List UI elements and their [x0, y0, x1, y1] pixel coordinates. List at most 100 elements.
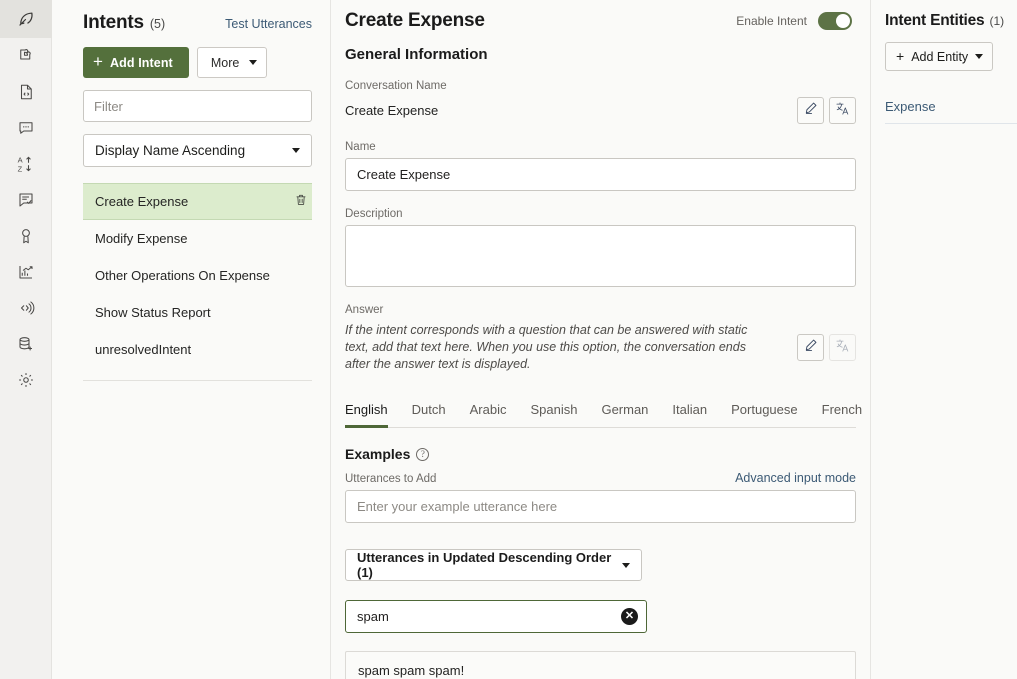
name-input[interactable]: [345, 158, 856, 191]
sort-field-wrap: Display Name Ascending: [52, 122, 330, 167]
entities-title: Intent Entities: [885, 12, 984, 30]
intent-editor: Create Expense Enable Intent General Inf…: [331, 0, 870, 679]
name-label: Name: [345, 141, 856, 153]
answer-label: Answer: [345, 304, 856, 316]
intent-label: Show Status Report: [95, 305, 211, 320]
entity-list-item-expense[interactable]: Expense: [885, 99, 1017, 124]
entities-count: (1): [989, 14, 1004, 28]
translate-answer-button[interactable]: [829, 334, 856, 361]
conversation-name-label: Conversation Name: [345, 80, 856, 92]
utterance-list-item[interactable]: spam spam spam!: [345, 651, 856, 679]
intent-list-item-unresolved-intent[interactable]: unresolvedIntent: [83, 331, 312, 368]
filter-input[interactable]: [83, 90, 312, 122]
entities-header: Intent Entities (1): [885, 12, 1017, 30]
badge-icon: [17, 227, 35, 245]
document-code-icon: [17, 83, 35, 101]
intents-toolbar: + Add Intent More: [52, 36, 330, 78]
enable-intent-group: Enable Intent: [736, 12, 852, 30]
conversation-name-value: Create Expense: [345, 103, 438, 118]
page-title: Intents: [83, 12, 144, 34]
more-button[interactable]: More: [197, 47, 267, 78]
intent-list-item-other-operations[interactable]: Other Operations On Expense: [83, 257, 312, 294]
rail-item-intents[interactable]: A Z: [0, 146, 52, 182]
intent-list-item-show-status-report[interactable]: Show Status Report: [83, 294, 312, 331]
general-information-heading: General Information: [345, 46, 870, 63]
svg-text:Z: Z: [17, 165, 22, 174]
more-label: More: [211, 56, 239, 70]
clear-search-icon[interactable]: ✕: [621, 608, 638, 625]
tab-italian[interactable]: Italian: [672, 402, 707, 428]
tab-arabic[interactable]: Arabic: [470, 402, 507, 428]
utterance-text: spam spam spam!: [358, 663, 464, 678]
rail-item-quality[interactable]: [0, 218, 52, 254]
language-tabs: English Dutch Arabic Spanish German Ital…: [345, 401, 856, 428]
rail-item-insights[interactable]: [0, 254, 52, 290]
intent-label: unresolvedIntent: [95, 342, 191, 357]
app-root: A Z: [0, 0, 1017, 679]
utterances-order-select[interactable]: Utterances in Updated Descending Order (…: [345, 549, 642, 581]
pencil-icon: [804, 101, 818, 120]
examples-header: Examples ?: [345, 446, 856, 462]
utterances-order-value: Utterances in Updated Descending Order (…: [357, 550, 622, 580]
answer-help-text: If the intent corresponds with a questio…: [345, 322, 769, 373]
add-intent-button[interactable]: + Add Intent: [83, 47, 189, 78]
intent-list-item-modify-expense[interactable]: Modify Expense: [83, 220, 312, 257]
sort-select-value: Display Name Ascending: [95, 143, 245, 158]
sort-select[interactable]: Display Name Ascending: [83, 134, 312, 167]
tab-spanish[interactable]: Spanish: [530, 402, 577, 428]
intent-title: Create Expense: [345, 10, 485, 32]
rail-item-flows[interactable]: [0, 74, 52, 110]
edit-conversation-name-button[interactable]: [797, 97, 824, 124]
tab-french[interactable]: French: [822, 402, 862, 428]
sort-alpha-icon: A Z: [16, 154, 36, 174]
rail-item-feather[interactable]: [0, 0, 52, 38]
feather-icon: [16, 10, 35, 29]
pencil-icon: [804, 338, 818, 357]
intent-list-item-create-expense[interactable]: Create Expense: [83, 183, 312, 220]
description-textarea[interactable]: [345, 225, 856, 287]
add-intent-label: Add Intent: [110, 56, 173, 70]
plus-icon: +: [896, 49, 904, 63]
intent-label: Other Operations On Expense: [95, 268, 270, 283]
utterances-to-add-label: Utterances to Add: [345, 473, 436, 485]
editor-header: Create Expense Enable Intent: [345, 10, 870, 32]
intent-list: Create Expense Modify Expense Other Oper…: [52, 183, 330, 368]
conversation-name-row: Create Expense: [345, 97, 856, 124]
code-broadcast-icon: [17, 299, 35, 317]
chevron-down-icon: [292, 148, 300, 153]
rail-item-settings[interactable]: [0, 362, 52, 398]
advanced-input-mode-link[interactable]: Advanced input mode: [735, 471, 856, 485]
intent-label: Modify Expense: [95, 231, 188, 246]
examples-title: Examples: [345, 446, 410, 462]
rail-item-api[interactable]: [0, 290, 52, 326]
add-entity-label: Add Entity: [911, 50, 968, 64]
add-entity-button[interactable]: + Add Entity: [885, 42, 993, 71]
translate-icon: [835, 101, 850, 121]
chat-bubble-icon: [17, 119, 35, 137]
rail-item-components[interactable]: [0, 38, 52, 74]
plus-icon: +: [93, 53, 103, 70]
rail-item-conversation[interactable]: [0, 110, 52, 146]
left-icon-rail: A Z: [0, 0, 52, 679]
chart-trend-icon: [17, 263, 35, 281]
intent-entities-panel: Intent Entities (1) + Add Entity Expense: [870, 0, 1017, 679]
edit-answer-button[interactable]: [797, 334, 824, 361]
list-divider: [83, 380, 312, 381]
rail-item-data[interactable]: [0, 326, 52, 362]
rail-item-qna[interactable]: [0, 182, 52, 218]
tab-dutch[interactable]: Dutch: [412, 402, 446, 428]
test-utterances-link[interactable]: Test Utterances: [225, 17, 312, 31]
delete-icon[interactable]: [294, 193, 308, 210]
tab-german[interactable]: German: [601, 402, 648, 428]
description-label: Description: [345, 208, 856, 220]
help-icon[interactable]: ?: [416, 448, 429, 461]
tab-portuguese[interactable]: Portuguese: [731, 402, 798, 428]
utterance-input[interactable]: [345, 490, 856, 523]
translate-conversation-name-button[interactable]: [829, 97, 856, 124]
utterance-search-input[interactable]: [345, 600, 647, 633]
enable-intent-toggle[interactable]: [818, 12, 852, 30]
answer-actions: [797, 334, 856, 361]
enable-intent-label: Enable Intent: [736, 14, 807, 28]
conversation-name-actions: [797, 97, 856, 124]
tab-english[interactable]: English: [345, 402, 388, 428]
